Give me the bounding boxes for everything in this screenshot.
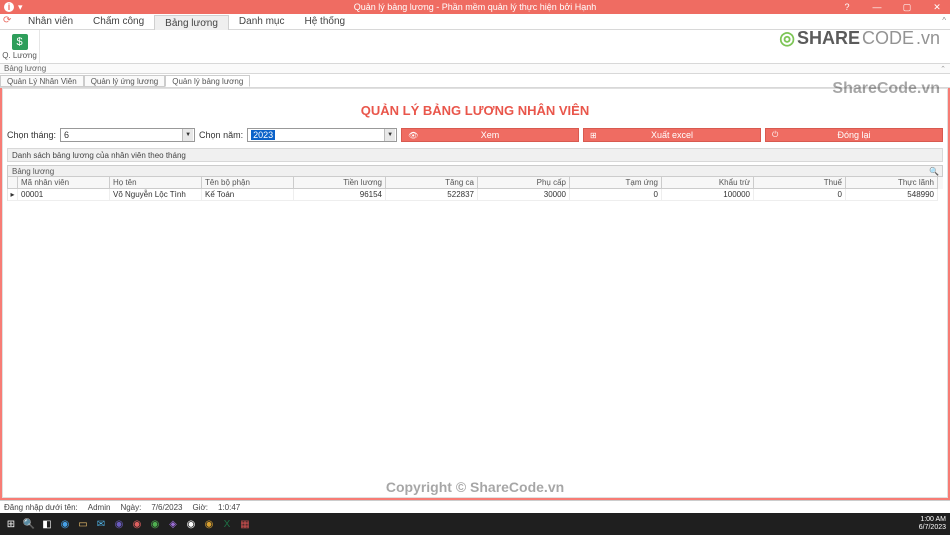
export-excel-button[interactable]: ⊞ Xuất excel: [583, 128, 761, 142]
col-dept[interactable]: Tên bộ phận: [202, 177, 294, 189]
window-title: Quản lý bảng lương - Phần mềm quản lý th…: [354, 2, 597, 12]
col-tax[interactable]: Thuế: [754, 177, 846, 189]
app-icon[interactable]: ◉: [128, 515, 146, 533]
status-date-label: Ngày:: [120, 503, 141, 512]
col-allow[interactable]: Phụ cấp: [478, 177, 570, 189]
col-ded[interactable]: Khẩu trừ: [662, 177, 754, 189]
close-panel-button[interactable]: ⏻ Đóng lại: [765, 128, 943, 142]
statusbar: Đăng nhập dưới tên: Admin Ngày: 7/6/2023…: [0, 500, 950, 513]
refresh-icon[interactable]: ⟳: [3, 15, 11, 26]
chevron-down-icon: ▼: [384, 129, 395, 141]
page-heading: QUẢN LÝ BẢNG LƯƠNG NHÂN VIÊN: [7, 103, 943, 118]
chrome-icon[interactable]: ◉: [182, 515, 200, 533]
excel-icon[interactable]: X: [218, 515, 236, 533]
minimize-button[interactable]: —: [866, 1, 888, 13]
chevron-down-icon: ▼: [182, 129, 193, 141]
row-header: [8, 177, 18, 189]
app-icon-2[interactable]: ◉: [146, 515, 164, 533]
dropdown-icon[interactable]: ▾: [18, 2, 23, 13]
collapse-ribbon-icon[interactable]: ^: [942, 16, 946, 25]
start-button[interactable]: ⊞: [2, 515, 20, 533]
status-time-label: Giờ:: [193, 503, 208, 512]
salary-grid: Bảng lương 🔍 Mã nhân viên Họ tên Tên bộ …: [7, 165, 943, 201]
eye-icon: 👁: [408, 131, 418, 140]
status-user: Admin: [88, 503, 111, 512]
app-icon-4[interactable]: ▦: [236, 515, 254, 533]
tab-nhanvien[interactable]: Quản Lý Nhân Viên: [0, 75, 84, 87]
view-button[interactable]: 👁 Xem: [401, 128, 579, 142]
menu-hethong[interactable]: Hệ thống: [294, 14, 355, 29]
subtabs: Quản Lý Nhân Viên Quản lý ứng lương Quản…: [0, 74, 950, 88]
status-time: 1:0:47: [218, 503, 240, 512]
table-row[interactable]: ▸ 00001 Võ Nguyễn Lộc Tình Kế Toán 96154…: [7, 189, 943, 201]
year-label: Chọn năm:: [199, 130, 243, 140]
help-icon[interactable]: ?: [836, 1, 858, 13]
explorer-icon[interactable]: ▭: [74, 515, 92, 533]
year-select[interactable]: 2023 ▼: [247, 128, 397, 142]
edge-icon[interactable]: ◉: [56, 515, 74, 533]
teams-icon[interactable]: ◉: [110, 515, 128, 533]
grid-caption: Bảng lương 🔍: [7, 165, 943, 177]
dollar-icon: $: [12, 34, 28, 50]
search-icon[interactable]: 🔍: [929, 167, 939, 176]
col-id[interactable]: Mã nhân viên: [18, 177, 110, 189]
col-ot[interactable]: Tăng ca: [386, 177, 478, 189]
status-date: 7/6/2023: [151, 503, 182, 512]
taskview-button[interactable]: ◧: [38, 515, 56, 533]
expand-icon[interactable]: ⌃: [940, 65, 946, 73]
menu-danhmuc[interactable]: Danh mục: [229, 14, 295, 29]
app-icon: i: [4, 2, 14, 12]
menu-chamcong[interactable]: Chấm công: [83, 14, 154, 29]
system-clock[interactable]: 1:00 AM 6/7/2023: [919, 516, 946, 531]
month-select[interactable]: 6 ▼: [60, 128, 195, 142]
main-panel: QUẢN LÝ BẢNG LƯƠNG NHÂN VIÊN Chọn tháng:…: [2, 88, 948, 498]
col-name[interactable]: Họ tên: [110, 177, 202, 189]
taskbar: ⊞ 🔍 ◧ ◉ ▭ ✉ ◉ ◉ ◉ ◈ ◉ ◉ X ▦ 1:00 AM 6/7/…: [0, 513, 950, 535]
ribbon-group-label: Q. Lương: [2, 51, 37, 60]
filter-bar: Chọn tháng: 6 ▼ Chọn năm: 2023 ▼ 👁 Xem ⊞…: [7, 128, 943, 142]
grid-header: Mã nhân viên Họ tên Tên bộ phận Tiền lươ…: [7, 177, 943, 189]
status-user-label: Đăng nhập dưới tên:: [4, 503, 78, 512]
mail-icon[interactable]: ✉: [92, 515, 110, 533]
col-salary[interactable]: Tiền lương: [294, 177, 386, 189]
search-button[interactable]: 🔍: [20, 515, 38, 533]
vs-icon[interactable]: ◈: [164, 515, 182, 533]
ribbon-group-salary[interactable]: $ Q. Lương: [0, 30, 40, 63]
ribbon-caption: Bảng lương ⌃: [0, 64, 950, 74]
ribbon: $ Q. Lương: [0, 30, 950, 64]
col-adv[interactable]: Tạm ứng: [570, 177, 662, 189]
month-label: Chọn tháng:: [7, 130, 56, 140]
maximize-button[interactable]: ▢: [896, 1, 918, 13]
menubar: ⟳ Nhân viên Chấm công Bảng lương Danh mụ…: [0, 14, 950, 30]
row-indicator: ▸: [8, 189, 18, 201]
tab-bangluong[interactable]: Quản lý bảng lương: [165, 75, 250, 87]
close-button[interactable]: ✕: [926, 1, 948, 13]
tab-ungluong[interactable]: Quản lý ứng lương: [84, 75, 166, 87]
menu-nhanvien[interactable]: Nhân viên: [18, 14, 83, 29]
power-icon: ⏻: [772, 130, 778, 140]
app-icon-3[interactable]: ◉: [200, 515, 218, 533]
menu-bangluong[interactable]: Bảng lương: [154, 15, 229, 30]
titlebar: i ▾ Quản lý bảng lương - Phần mềm quản l…: [0, 0, 950, 14]
col-net[interactable]: Thực lãnh: [846, 177, 938, 189]
section-label: Danh sách bảng lương của nhân viên theo …: [7, 148, 943, 162]
excel-icon: ⊞: [590, 131, 597, 140]
